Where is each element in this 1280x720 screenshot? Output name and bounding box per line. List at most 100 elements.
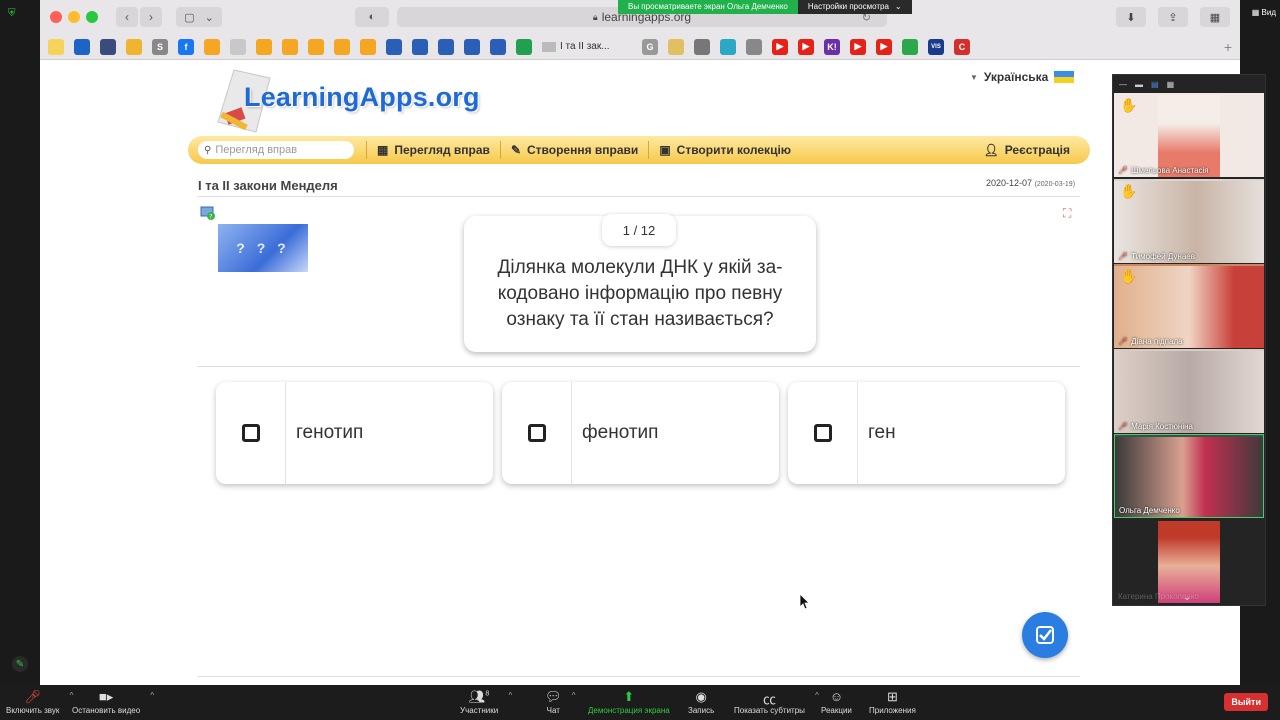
bookmark-c-icon[interactable]: C <box>954 38 970 55</box>
bookmark-youtube-icon[interactable]: ▶ <box>850 38 866 55</box>
bookmark-cone-icon[interactable] <box>308 38 324 55</box>
app-title: І та ІІ закони Менделя <box>198 178 338 193</box>
checkbox[interactable] <box>527 424 546 442</box>
participants-button[interactable]: 👥︎8 Участники ^ <box>460 689 512 715</box>
back-button[interactable]: ‹ <box>116 7 138 27</box>
apps-button[interactable]: ⊞ Приложения <box>869 689 916 715</box>
bookmark-fan-icon[interactable] <box>100 38 116 55</box>
bookmark-trident-icon[interactable] <box>412 38 428 55</box>
question-image[interactable]: ? ? ? <box>218 224 308 272</box>
caret-up-icon[interactable]: ^ <box>150 691 154 700</box>
gallery-view-icon[interactable]: ▦ <box>1167 80 1175 89</box>
unmute-button[interactable]: 🎤︎ Включить звук ^ <box>6 689 73 715</box>
search-box[interactable]: ⚲ <box>198 141 354 159</box>
speaker-view-icon[interactable]: ▤ <box>1151 80 1159 89</box>
bookmark-info-icon[interactable] <box>746 38 762 55</box>
forward-button[interactable]: › <box>140 7 162 27</box>
chat-button[interactable]: 💬︎ Чат ^ <box>545 689 576 715</box>
share-button[interactable]: ⇪ <box>1158 7 1188 27</box>
bookmark-cone-icon[interactable] <box>204 38 220 55</box>
participant-tile-active[interactable]: Ольга Демченко <box>1114 434 1264 518</box>
participant-tile[interactable]: ✋ 🎤︎ Тимофей Дунаев <box>1114 179 1264 263</box>
svg-text:?: ? <box>209 214 212 221</box>
bookmark-g-icon[interactable]: G <box>642 38 658 55</box>
bookmark-trident-icon[interactable] <box>464 38 480 55</box>
tab-overview-button[interactable]: ▦ <box>1200 7 1230 27</box>
bookmark-cone-icon[interactable] <box>334 38 350 55</box>
new-tab-plus-icon[interactable]: + <box>1224 39 1232 55</box>
answer-option[interactable]: ген <box>788 382 1065 484</box>
check-answer-button[interactable] <box>1022 612 1068 658</box>
bookmark-sun-icon[interactable] <box>126 38 142 55</box>
bookmark-s-icon[interactable]: S <box>152 38 168 55</box>
fullscreen-icon[interactable]: ⛶ <box>1063 206 1077 220</box>
grid-icon: ▦ <box>377 143 389 157</box>
bookmark-cone-icon[interactable] <box>282 38 298 55</box>
caret-up-icon[interactable]: ^ <box>508 691 512 700</box>
answer-option[interactable]: фенотип <box>502 382 779 484</box>
bookmark-trident-icon[interactable] <box>490 38 506 55</box>
maximize-window-button[interactable] <box>86 11 98 23</box>
chevron-down-icon[interactable]: ⌄ <box>1183 592 1191 603</box>
bookmark-youtube-icon[interactable]: ▶ <box>876 38 892 55</box>
bookmark-pen-icon[interactable] <box>74 38 90 55</box>
minimize-window-button[interactable] <box>68 11 80 23</box>
stop-video-button[interactable]: ■▸ Остановить видео ^ <box>72 689 154 715</box>
bookmark-tab-current[interactable]: І та ІІ зак... <box>542 41 632 52</box>
share-icon: ⇪ <box>1158 7 1188 27</box>
checkbox[interactable] <box>813 424 832 442</box>
bookmark-note-icon[interactable] <box>668 38 684 55</box>
bookmark-k-icon[interactable] <box>720 38 736 55</box>
record-button[interactable]: ◉ Запись <box>688 689 714 715</box>
bookmark-page-icon[interactable] <box>230 38 246 55</box>
caret-up-icon[interactable]: ^ <box>815 691 819 700</box>
nav-collection[interactable]: ▣ Створити колекцію <box>648 141 801 159</box>
bookmark-globe-icon[interactable] <box>902 38 918 55</box>
mic-off-icon: 🎤︎ <box>1118 422 1129 431</box>
bookmark-youtube-icon[interactable]: ▶ <box>772 38 788 55</box>
participant-tile[interactable]: ✋ 🎤︎ Діана підпала <box>1114 264 1264 348</box>
bookmark-cone-icon[interactable] <box>256 38 272 55</box>
participant-tile[interactable]: Катерина Прокопенко <box>1114 519 1264 603</box>
close-window-button[interactable] <box>50 11 62 23</box>
bookmark-image-icon[interactable] <box>516 38 532 55</box>
apps-icon: ⊞ <box>886 689 898 704</box>
caret-up-icon[interactable]: ^ <box>572 691 576 700</box>
bookmark-facebook-icon[interactable]: f <box>178 38 194 55</box>
bookmark-kahoot-icon[interactable]: K! <box>824 38 840 55</box>
participant-tile[interactable]: 🎤︎ Марія Костюніна <box>1114 349 1264 433</box>
view-options-button[interactable]: Настройки просмотра ⌄ <box>797 0 912 14</box>
bookmark-play-icon[interactable] <box>694 38 710 55</box>
bookmark-trident-icon[interactable] <box>438 38 454 55</box>
privacy-shield-button[interactable]: ◐ <box>355 7 389 27</box>
checkbox[interactable] <box>241 424 260 442</box>
captions-button[interactable]: ㏄ Показать субтитры ^ <box>734 689 819 715</box>
reactions-button[interactable]: ☺ Реакции <box>821 689 852 715</box>
participant-name: 🎤︎ Тимофей Дунаев <box>1118 252 1195 261</box>
bookmark-star-icon[interactable] <box>48 38 64 55</box>
bookmark-trident-icon[interactable] <box>386 38 402 55</box>
minimize-icon[interactable]: — <box>1119 80 1127 89</box>
cc-icon: ㏄ <box>762 692 776 707</box>
participant-tile[interactable]: ✋ 🎤︎ Шмельова Анастасія <box>1114 93 1264 177</box>
bookmark-vis-icon[interactable]: VIS <box>928 38 944 55</box>
answer-option[interactable]: генотип <box>216 382 493 484</box>
search-input[interactable] <box>215 144 344 156</box>
help-icon[interactable]: ? <box>200 206 216 220</box>
question-text: Ділянка молекули ДНК у якій за-кодовано … <box>497 257 783 330</box>
nav-create[interactable]: ✎ Створення вправи <box>499 141 648 159</box>
bookmark-youtube-icon[interactable]: ▶ <box>798 38 814 55</box>
nav-register[interactable]: 👤︎ Реєстрація <box>983 143 1070 157</box>
share-screen-button[interactable]: ⬆ Демонстрация экрана <box>588 689 670 715</box>
nav-browse[interactable]: ▦ Перегляд вправ <box>366 141 500 159</box>
strip-view-icon[interactable]: ▬ <box>1135 80 1143 89</box>
sidebar-toggle-button[interactable]: ▢ ⌄ <box>176 7 222 27</box>
site-logo[interactable]: LearningApps.org <box>208 66 508 138</box>
view-button[interactable]: ▦ Вид <box>1252 8 1276 17</box>
participants-gallery: — ▬ ▤ ▦ ✋ 🎤︎ Шмельова Анастасія ✋ 🎤︎ Тимоф… <box>1112 74 1266 606</box>
leave-button[interactable]: Выйти <box>1224 693 1268 711</box>
bookmark-cone-icon[interactable] <box>360 38 376 55</box>
downloads-button[interactable]: ⬇ <box>1116 7 1146 27</box>
annotate-icon[interactable]: ✎ <box>12 656 28 672</box>
language-selector[interactable]: ▼ Українська <box>970 70 1075 84</box>
